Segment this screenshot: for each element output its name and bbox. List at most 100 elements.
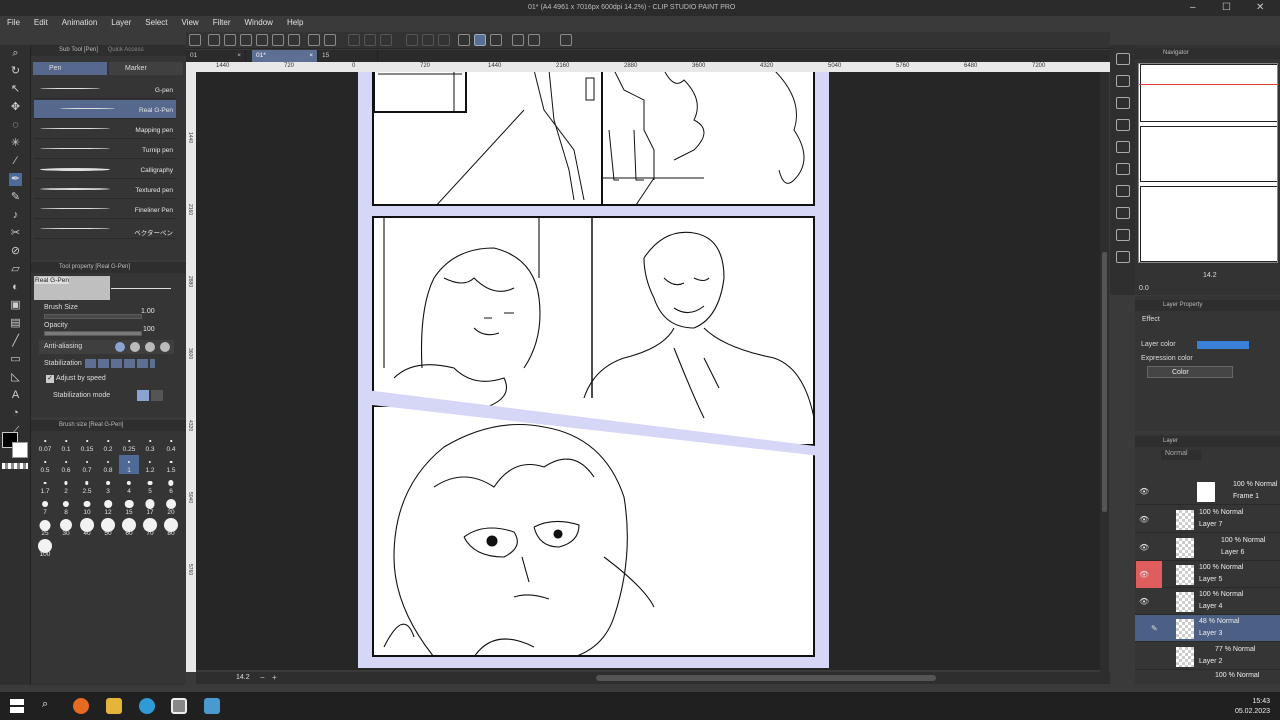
crop-icon[interactable] — [438, 34, 450, 46]
system-clock[interactable]: 15:43 05.02.2023 — [1235, 697, 1270, 717]
telegram-icon[interactable] — [139, 698, 155, 714]
canvas-area[interactable] — [196, 72, 1100, 670]
animation-timeline-icon[interactable] — [1116, 119, 1130, 131]
navigator-preview[interactable] — [1138, 63, 1278, 263]
open-file-icon[interactable] — [224, 34, 236, 46]
brush-size-option[interactable]: 12 — [98, 497, 118, 516]
brush-size-option[interactable]: 40 — [77, 518, 97, 537]
layer-row-layer-6[interactable]: 👁 100 % Normal Layer 6 — [1135, 534, 1280, 561]
print-icon[interactable] — [288, 34, 300, 46]
layer-row-frame-1[interactable]: 👁 100 % Normal Frame 1 — [1135, 478, 1280, 505]
brush-size-option[interactable]: 17 — [140, 497, 160, 516]
item-bank-icon[interactable] — [1116, 75, 1130, 87]
visibility-eye-icon[interactable]: 👁 — [1139, 570, 1149, 579]
lasso-icon[interactable]: ◌ — [9, 119, 22, 132]
brush-size-option[interactable]: 25 — [35, 518, 55, 537]
menu-animation[interactable]: Animation — [55, 16, 105, 32]
menu-filter[interactable]: Filter — [206, 16, 238, 32]
brush-item-mapping-pen[interactable]: Mapping pen — [34, 120, 176, 139]
close-button[interactable]: ✕ — [1256, 2, 1264, 13]
snap-grid-icon[interactable] — [490, 34, 502, 46]
doc-tab-01-modified[interactable]: 01* × — [252, 50, 318, 62]
brush-size-option[interactable]: 0.15 — [77, 434, 97, 453]
opacity-slider[interactable] — [44, 331, 142, 336]
comic-panel-2[interactable] — [372, 216, 815, 446]
brush-size-option[interactable]: 0.4 — [161, 434, 181, 453]
firefox-icon[interactable] — [73, 698, 89, 714]
gradient-icon[interactable]: ▤ — [9, 317, 22, 330]
brush-size-option[interactable]: 0.07 — [35, 434, 55, 453]
paint-app-icon[interactable] — [204, 698, 220, 714]
brush-size-option[interactable]: 3 — [98, 476, 118, 495]
comic-panel-1[interactable] — [372, 72, 815, 206]
snap-special-ruler-icon[interactable] — [474, 34, 486, 46]
expression-color-select[interactable]: Color — [1147, 366, 1233, 378]
brush-item-fineliner-pen[interactable]: Fineliner Pen — [34, 200, 176, 219]
brush-size-option[interactable]: 100 — [35, 539, 55, 558]
comic-panel-3[interactable] — [372, 405, 815, 657]
menu-select[interactable]: Select — [138, 16, 174, 32]
blend-icon[interactable]: ◐ — [9, 281, 22, 294]
brush-item-turnip-pen[interactable]: Turnip pen — [34, 140, 176, 159]
maximize-button[interactable]: ☐ — [1222, 2, 1231, 13]
adjust-by-speed-checkbox[interactable]: ✓ — [46, 375, 54, 383]
zoom-icon[interactable]: ⌕ — [9, 47, 22, 60]
brush-size-option[interactable]: 70 — [140, 518, 160, 537]
close-tab-icon[interactable]: × — [237, 50, 241, 62]
layer-row-layer-7[interactable]: 👁 100 % Normal Layer 7 — [1135, 506, 1280, 533]
brush-size-option[interactable]: 80 — [161, 518, 181, 537]
export-icon[interactable] — [272, 34, 284, 46]
brush-size-option[interactable]: 0.7 — [77, 455, 97, 474]
brush-size-option[interactable]: 15 — [119, 497, 139, 516]
new-file-icon[interactable] — [208, 34, 220, 46]
gallery-icon[interactable] — [528, 34, 540, 46]
brush-size-option[interactable]: 0.1 — [56, 434, 76, 453]
transform-icon[interactable] — [380, 34, 392, 46]
sub-view-icon[interactable] — [1116, 229, 1130, 241]
visibility-eye-icon[interactable]: 👁 — [1139, 543, 1149, 552]
brush-size-option[interactable]: 0.6 — [56, 455, 76, 474]
layer-row-layer-3[interactable]: ✎ 48 % Normal Layer 3 — [1135, 615, 1280, 642]
fill-icon[interactable] — [364, 34, 376, 46]
layer-row-layer-4[interactable]: 👁 100 % Normal Layer 4 — [1135, 588, 1280, 615]
text-icon[interactable]: A — [9, 389, 22, 402]
companion-icon[interactable] — [560, 34, 572, 46]
balloon-icon[interactable]: ◔ — [9, 407, 22, 420]
brush-size-option[interactable]: 0.8 — [98, 455, 118, 474]
brush-size-option[interactable]: 10 — [77, 497, 97, 516]
brush-size-option[interactable]: 30 — [56, 518, 76, 537]
brush-item-real-g-pen[interactable]: Real G-Pen — [34, 100, 176, 119]
brush-size-slider[interactable] — [44, 314, 142, 319]
file-explorer-icon[interactable] — [106, 698, 122, 714]
decoration-icon[interactable]: ✂ — [9, 227, 22, 240]
layer-color-swatch[interactable] — [1197, 341, 1249, 349]
eyedropper-icon[interactable]: ⁄ — [9, 155, 22, 168]
visibility-eye-icon[interactable]: 👁 — [1139, 515, 1149, 524]
windows-start-icon[interactable] — [10, 699, 24, 713]
brush-size-option[interactable]: 7 — [35, 497, 55, 516]
fill-tool-icon[interactable]: ▣ — [9, 299, 22, 312]
brush-size-option[interactable]: 1.2 — [140, 455, 160, 474]
brush-size-option[interactable]: 0.2 — [98, 434, 118, 453]
quick-access-tab[interactable]: Quick Access — [108, 47, 144, 53]
history-icon[interactable] — [1116, 207, 1130, 219]
object-icon[interactable]: ↖ — [9, 83, 22, 96]
magic-wand-icon[interactable]: ✳ — [9, 137, 22, 150]
eraser-icon[interactable]: ▱ — [9, 263, 22, 276]
close-tab-icon[interactable]: × — [309, 50, 313, 62]
stab-mode-button-2[interactable] — [151, 390, 163, 401]
visibility-eye-icon[interactable]: 👁 — [1139, 487, 1149, 496]
clear-icon[interactable] — [348, 34, 360, 46]
brush-item-calligraphy[interactable]: Calligraphy — [34, 160, 176, 179]
save-as-icon[interactable] — [256, 34, 268, 46]
brush-size-option[interactable]: 0.5 — [35, 455, 55, 474]
brush-size-option[interactable]: 60 — [119, 518, 139, 537]
brush-size-option[interactable]: 0.3 — [140, 434, 160, 453]
transparent-swatch[interactable] — [2, 463, 28, 469]
brush-item-g-pen[interactable]: G-pen — [34, 80, 176, 99]
doc-tab-01[interactable]: 01 × — [186, 50, 246, 62]
layer-search-icon[interactable] — [1116, 97, 1130, 109]
brush-size-option[interactable]: 4 — [119, 476, 139, 495]
tab-marker[interactable]: Marker — [109, 62, 183, 75]
canvas-zoom-value[interactable]: 14.2 — [236, 674, 250, 681]
